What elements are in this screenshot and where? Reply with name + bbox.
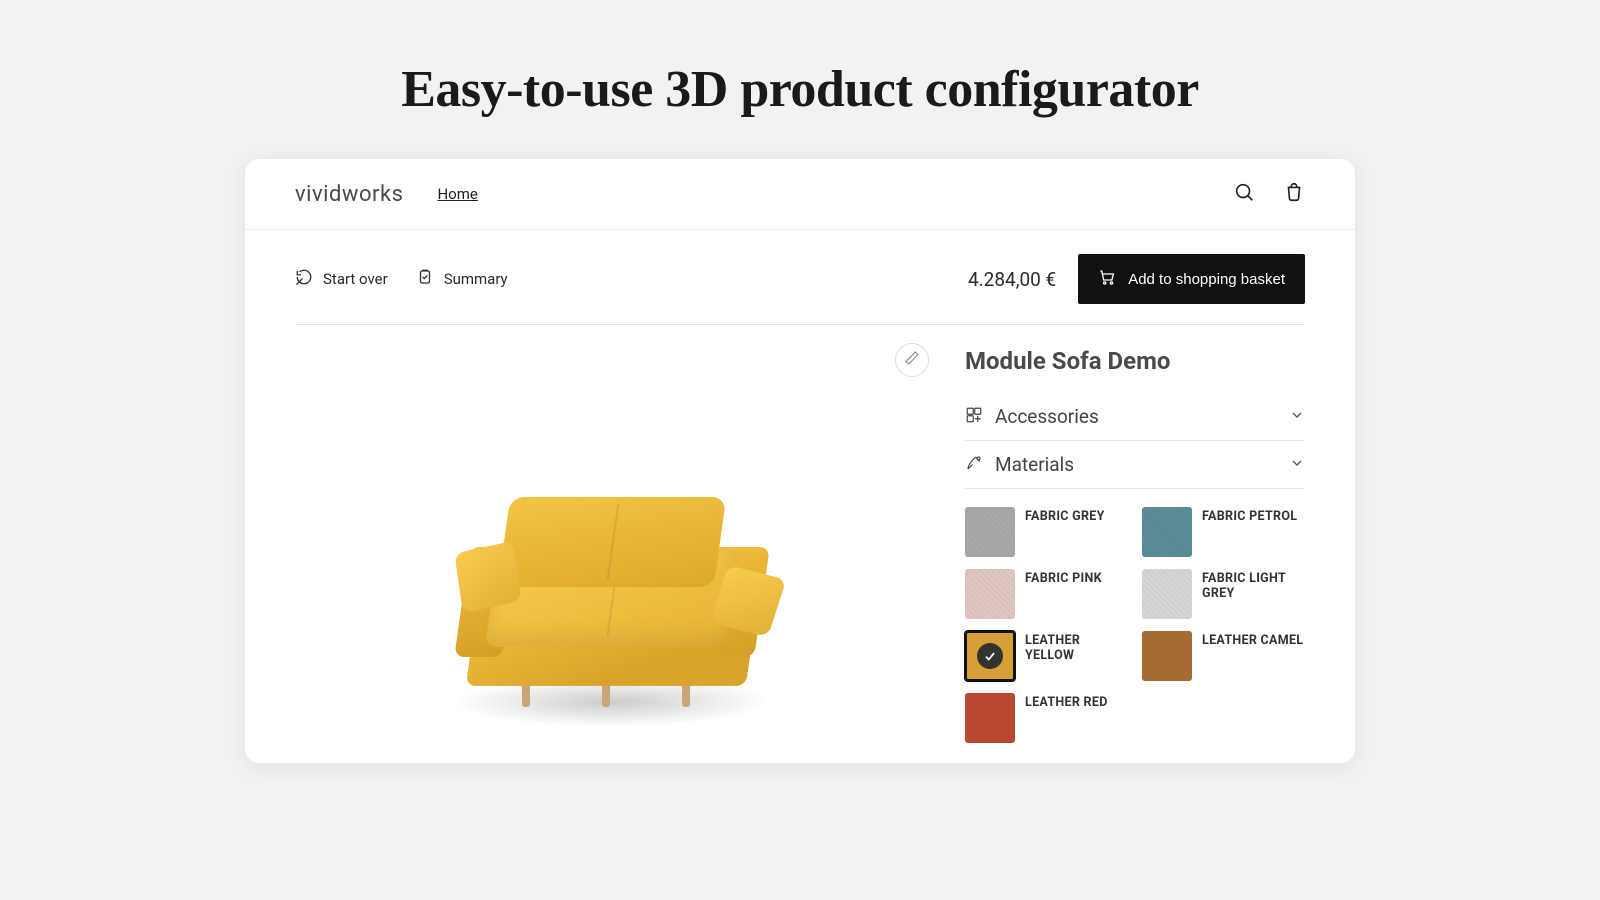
app-window: vividworks Home Start over bbox=[245, 159, 1355, 763]
swatch-leather-camel[interactable]: LEATHER CAMEL bbox=[1142, 631, 1305, 681]
swatch-fabric-petrol[interactable]: FABRIC PETROL bbox=[1142, 507, 1305, 557]
config-bar: Start over Summary 4.284,00 € Add to sho… bbox=[245, 230, 1355, 324]
swatch-label: LEATHER YELLOW bbox=[1025, 631, 1128, 663]
section-materials[interactable]: Materials bbox=[965, 441, 1305, 489]
swatch-box bbox=[965, 569, 1015, 619]
swatch-leather-yellow[interactable]: LEATHER YELLOW bbox=[965, 631, 1128, 681]
config-bar-left: Start over Summary bbox=[295, 268, 508, 290]
product-title: Module Sofa Demo bbox=[965, 347, 1305, 375]
search-icon[interactable] bbox=[1233, 181, 1255, 207]
check-icon bbox=[977, 643, 1003, 669]
add-to-basket-button[interactable]: Add to shopping basket bbox=[1078, 254, 1305, 304]
accessories-icon bbox=[965, 406, 983, 428]
swatch-box bbox=[965, 693, 1015, 743]
swatch-label: FABRIC PINK bbox=[1025, 569, 1102, 586]
swatch-box bbox=[1142, 569, 1192, 619]
topbar: vividworks Home bbox=[245, 159, 1355, 230]
ruler-icon bbox=[904, 350, 920, 370]
swatch-box bbox=[1142, 507, 1192, 557]
config-sidebar: Module Sofa Demo Accessories Ma bbox=[965, 343, 1305, 763]
restart-icon bbox=[295, 268, 313, 290]
cart-icon[interactable] bbox=[1283, 181, 1305, 207]
section-accessories-label: Accessories bbox=[995, 405, 1099, 428]
swatch-grid: FABRIC GREY FABRIC PETROL FABRIC PINK FABRI… bbox=[965, 507, 1305, 743]
brand-logo: vividworks bbox=[295, 182, 403, 207]
measure-tool-button[interactable] bbox=[895, 343, 929, 377]
swatch-box bbox=[1142, 631, 1192, 681]
swatch-fabric-grey[interactable]: FABRIC GREY bbox=[965, 507, 1128, 557]
summary-button[interactable]: Summary bbox=[416, 268, 508, 290]
swatch-box bbox=[965, 631, 1015, 681]
chevron-down-icon bbox=[1289, 407, 1305, 427]
clipboard-icon bbox=[416, 268, 434, 290]
nav-home-link[interactable]: Home bbox=[437, 185, 477, 203]
swatch-label: FABRIC LIGHT GREY bbox=[1202, 569, 1305, 601]
swatch-label: FABRIC GREY bbox=[1025, 507, 1105, 524]
basket-icon bbox=[1098, 268, 1116, 290]
materials-icon bbox=[965, 454, 983, 476]
add-to-basket-label: Add to shopping basket bbox=[1128, 271, 1285, 288]
swatch-fabric-pink[interactable]: FABRIC PINK bbox=[965, 569, 1128, 619]
topbar-actions bbox=[1233, 181, 1305, 207]
swatch-box bbox=[965, 507, 1015, 557]
swatch-label: LEATHER CAMEL bbox=[1202, 631, 1303, 648]
section-materials-label: Materials bbox=[995, 453, 1074, 476]
page-title: Easy-to-use 3D product configurator bbox=[0, 0, 1600, 159]
config-bar-right: 4.284,00 € Add to shopping basket bbox=[968, 254, 1305, 304]
swatch-label: FABRIC PETROL bbox=[1202, 507, 1297, 524]
brand-area: vividworks Home bbox=[295, 182, 478, 207]
swatch-leather-red[interactable]: LEATHER RED bbox=[965, 693, 1128, 743]
product-viewer[interactable] bbox=[295, 343, 929, 763]
sofa-render bbox=[432, 457, 792, 717]
section-accessories[interactable]: Accessories bbox=[965, 393, 1305, 441]
swatch-label: LEATHER RED bbox=[1025, 693, 1108, 710]
chevron-down-icon bbox=[1289, 455, 1305, 475]
start-over-button[interactable]: Start over bbox=[295, 268, 388, 290]
summary-label: Summary bbox=[444, 270, 508, 288]
swatch-fabric-light-grey[interactable]: FABRIC LIGHT GREY bbox=[1142, 569, 1305, 619]
main-area: Module Sofa Demo Accessories Ma bbox=[245, 325, 1355, 763]
price-display: 4.284,00 € bbox=[968, 268, 1056, 291]
start-over-label: Start over bbox=[323, 270, 388, 288]
